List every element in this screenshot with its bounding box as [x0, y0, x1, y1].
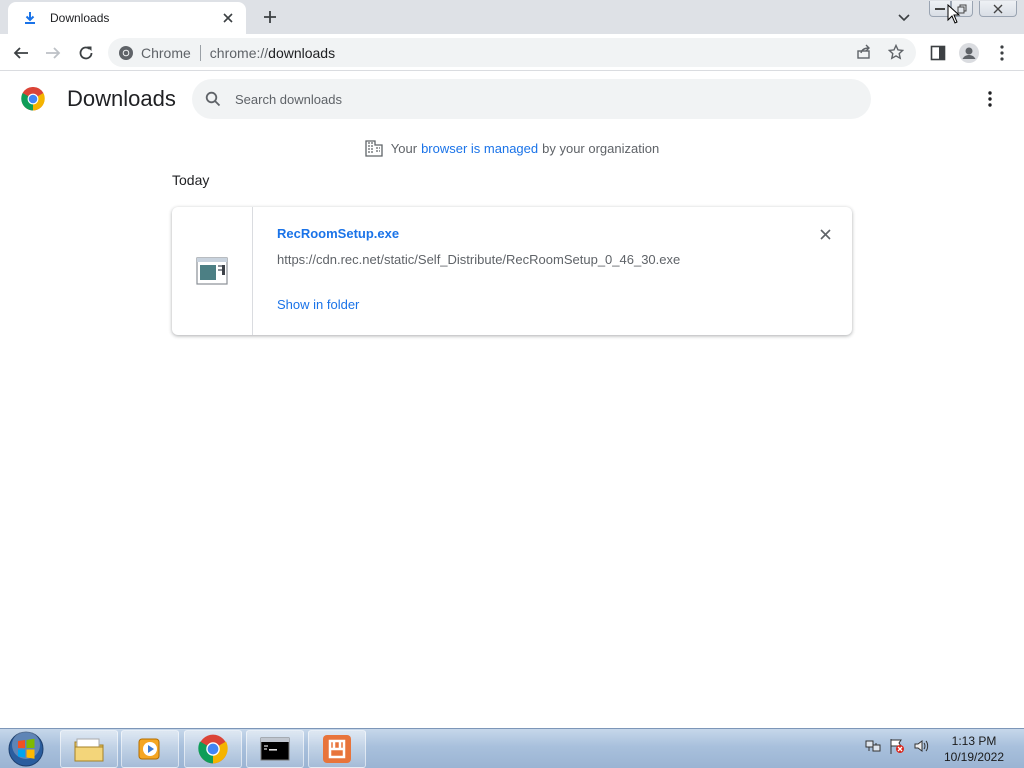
exe-file-icon — [196, 257, 228, 285]
search-downloads-box[interactable] — [192, 79, 871, 119]
close-icon — [819, 228, 831, 240]
reload-button[interactable] — [73, 40, 99, 66]
omnibox-actions — [854, 42, 906, 62]
managed-notice: Your browser is managed by your organiza… — [0, 139, 1024, 157]
chevron-down-icon — [898, 14, 910, 22]
omnibox-separator — [199, 44, 201, 61]
page-title: Downloads — [67, 86, 176, 111]
forward-button[interactable] — [40, 40, 66, 66]
bookmark-star-icon[interactable] — [886, 42, 906, 62]
tab-search-button[interactable] — [894, 8, 914, 28]
browser-menu-button[interactable] — [989, 40, 1015, 66]
taskbar-command-prompt[interactable] — [246, 730, 304, 768]
show-in-folder-link[interactable]: Show in folder — [277, 297, 359, 312]
address-bar[interactable]: Chrome chrome://downloads — [108, 38, 916, 67]
windows-start-icon — [8, 731, 44, 767]
url-text: chrome://downloads — [210, 45, 335, 61]
start-button[interactable] — [4, 730, 48, 768]
taskbar-media-player[interactable] — [121, 730, 179, 768]
search-icon — [205, 91, 221, 107]
managed-prefix: Your — [390, 140, 418, 156]
taskbar-clock[interactable]: 1:13 PM 10/19/2022 — [932, 733, 1016, 765]
minimize-icon — [935, 7, 945, 10]
chrome-icon — [119, 45, 133, 60]
file-icon-column — [172, 207, 253, 335]
chrome-icon — [198, 734, 228, 764]
reload-icon — [79, 46, 93, 60]
clock-time: 1:13 PM — [951, 734, 997, 748]
chrome-logo-icon — [21, 87, 45, 111]
windows-taskbar: 1:13 PM 10/19/2022 — [0, 728, 1024, 768]
downloads-header: Downloads — [0, 71, 1024, 127]
tab-strip: Downloads — [0, 0, 1024, 34]
rec-room-icon — [323, 735, 351, 763]
network-icon[interactable] — [864, 737, 882, 755]
download-icon — [22, 10, 38, 26]
site-label: Chrome — [141, 44, 191, 61]
download-source-url[interactable]: https://cdn.rec.net/static/Self_Distribu… — [277, 252, 680, 267]
taskbar-rec-room[interactable] — [308, 730, 366, 768]
downloads-menu-button[interactable] — [979, 88, 1001, 110]
share-icon[interactable] — [854, 42, 874, 62]
download-file-name[interactable]: RecRoomSetup.exe — [277, 226, 399, 241]
avatar-icon — [959, 43, 979, 63]
tab-title: Downloads — [50, 11, 110, 25]
url-prefix: chrome:// — [209, 44, 269, 61]
managed-suffix: by your organization — [542, 140, 660, 156]
search-input[interactable] — [235, 91, 835, 107]
tab-downloads[interactable]: Downloads — [8, 2, 246, 34]
more-vert-icon — [988, 91, 992, 107]
taskbar-chrome[interactable] — [184, 730, 242, 768]
managed-link[interactable]: browser is managed — [421, 141, 538, 156]
arrow-right-icon — [46, 47, 61, 59]
media-player-icon — [138, 738, 160, 760]
download-item: RecRoomSetup.exe https://cdn.rec.net/sta… — [172, 207, 852, 335]
section-date-header: Today — [172, 172, 210, 188]
mouse-cursor-icon — [947, 4, 961, 24]
close-icon — [993, 4, 1003, 13]
plus-icon — [264, 11, 276, 23]
taskbar-file-explorer[interactable] — [60, 730, 118, 768]
arrow-left-icon — [13, 47, 28, 59]
remove-download-button[interactable] — [816, 225, 834, 243]
close-window-button[interactable] — [979, 1, 1017, 17]
action-center-flag-icon[interactable] — [888, 737, 906, 755]
url-host: downloads — [268, 44, 336, 61]
building-icon — [365, 140, 383, 157]
file-explorer-icon — [74, 738, 104, 762]
tab-close-icon[interactable] — [220, 10, 236, 26]
browser-toolbar: Chrome chrome://downloads — [0, 34, 1024, 71]
profile-button[interactable] — [956, 40, 982, 66]
side-panel-icon — [930, 45, 946, 61]
new-tab-button[interactable] — [258, 6, 282, 28]
more-vert-icon — [1000, 45, 1004, 61]
back-button[interactable] — [8, 40, 34, 66]
system-tray — [864, 737, 930, 755]
close-window-wrap — [979, 0, 1017, 18]
clock-date: 10/19/2022 — [943, 750, 1005, 764]
volume-icon[interactable] — [912, 737, 930, 755]
command-prompt-icon — [260, 737, 290, 761]
side-panel-button[interactable] — [925, 40, 951, 66]
